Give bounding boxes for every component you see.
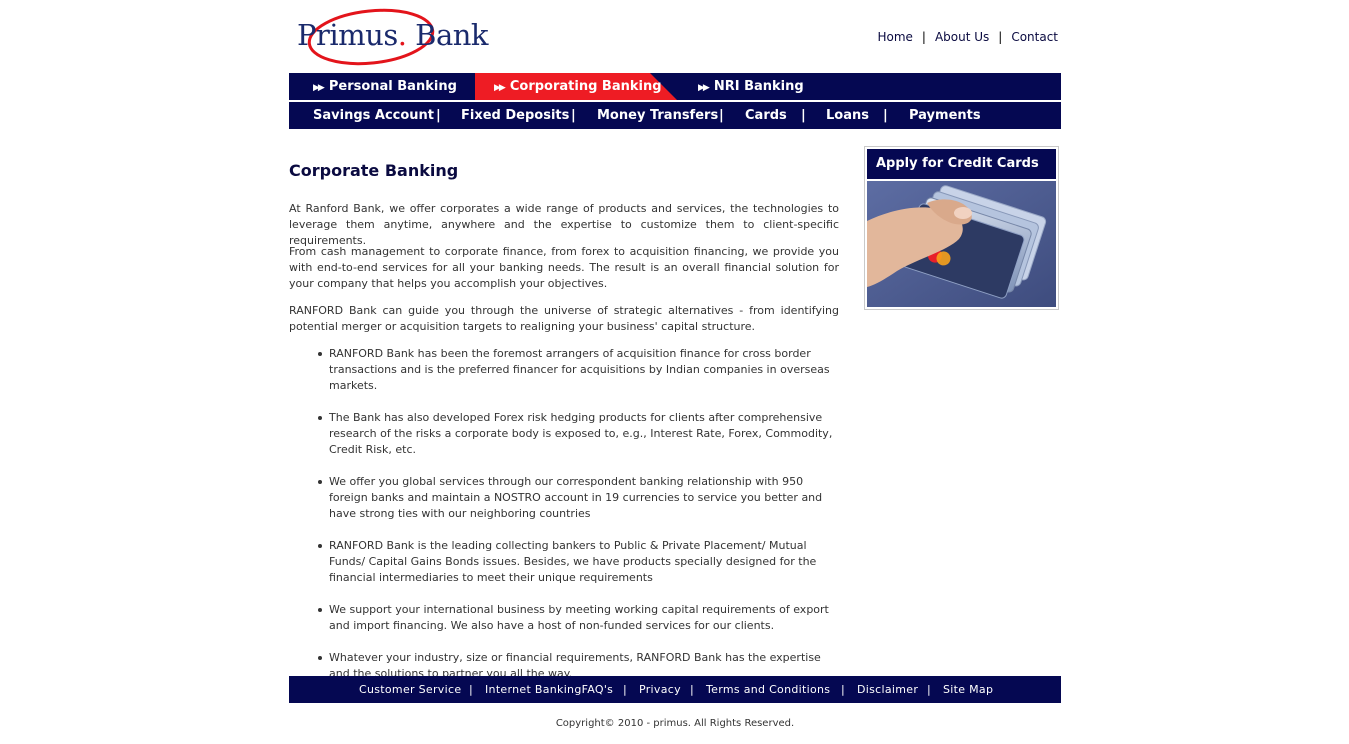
subnav-separator: |: [883, 108, 888, 123]
tab-personal-banking[interactable]: ▶▶ Personal Banking: [313, 73, 457, 100]
footer-separator: |: [841, 683, 846, 696]
footer-separator: |: [623, 683, 628, 696]
footer-disclaimer-link[interactable]: Disclaimer: [857, 676, 918, 704]
footer-customer-service-link[interactable]: Customer Service: [359, 676, 461, 704]
subnav-loans[interactable]: Loans: [826, 102, 869, 129]
credit-cards-image[interactable]: [867, 181, 1056, 307]
page: Primus. Bank Home | About Us | Contact ▶▶ Per…: [289, 0, 1061, 744]
list-item: We offer you global services through our…: [318, 474, 833, 522]
footer-nav: Customer Service | Internet BankingFAQ's…: [289, 676, 1061, 703]
about-us-link[interactable]: About Us: [935, 30, 989, 44]
subnav-separator: |: [801, 108, 806, 123]
footer-separator: |: [927, 683, 932, 696]
double-arrow-icon: ▶▶: [698, 83, 710, 93]
top-links: Home | About Us | Contact: [877, 30, 1058, 44]
double-arrow-icon: ▶▶: [313, 83, 325, 93]
footer-site-map-link[interactable]: Site Map: [943, 676, 993, 704]
subnav-savings-account[interactable]: Savings Account: [313, 102, 434, 129]
list-item: RANFORD Bank has been the foremost arran…: [318, 346, 833, 394]
promo-title: Apply for Credit Cards: [867, 149, 1056, 179]
intro-paragraph: From cash management to corporate financ…: [289, 245, 839, 290]
subnav-fixed-deposits[interactable]: Fixed Deposits: [461, 102, 569, 129]
home-link[interactable]: Home: [877, 30, 912, 44]
credit-cards-in-hand-icon: [867, 181, 1056, 307]
contact-link[interactable]: Contact: [1011, 30, 1058, 44]
footer-internet-banking-faq-link[interactable]: Internet BankingFAQ's: [485, 676, 613, 704]
tab-corporating-banking[interactable]: ▶▶ Corporating Banking: [494, 73, 662, 100]
subnav-cards[interactable]: Cards: [745, 102, 787, 129]
tab-nri-banking[interactable]: ▶▶ NRI Banking: [698, 73, 804, 100]
sub-nav: Savings Account | Fixed Deposits | Money…: [289, 102, 1061, 129]
subnav-payments[interactable]: Payments: [909, 102, 981, 129]
services-list: RANFORD Bank has been the foremost arran…: [318, 346, 833, 698]
intro-paragraph: RANFORD Bank can guide you through the u…: [289, 304, 839, 333]
intro-paragraph: At Ranford Bank, we offer corporates a w…: [289, 202, 839, 247]
logo-text: Primus. Bank: [297, 18, 489, 52]
copyright: Copyright© 2010 - primus. All Rights Res…: [555, 718, 795, 729]
main-nav: ▶▶ Personal Banking ▶▶ Corporating Banking…: [289, 73, 1061, 100]
page-title: Corporate Banking: [289, 161, 459, 180]
subnav-separator: |: [719, 108, 724, 123]
footer-privacy-link[interactable]: Privacy: [639, 676, 681, 704]
subnav-money-transfers[interactable]: Money Transfers: [597, 102, 718, 129]
logo[interactable]: Primus. Bank: [295, 6, 495, 68]
subnav-separator: |: [436, 108, 441, 123]
list-item: The Bank has also developed Forex risk h…: [318, 410, 833, 458]
credit-card-promo[interactable]: Apply for Credit Cards: [864, 146, 1059, 310]
double-arrow-icon: ▶▶: [494, 83, 506, 93]
footer-separator: |: [690, 683, 695, 696]
footer-separator: |: [469, 683, 474, 696]
subnav-separator: |: [571, 108, 576, 123]
list-item: We support your international business b…: [318, 602, 833, 634]
footer-terms-link[interactable]: Terms and Conditions: [706, 676, 830, 704]
list-item: RANFORD Bank is the leading collecting b…: [318, 538, 833, 586]
